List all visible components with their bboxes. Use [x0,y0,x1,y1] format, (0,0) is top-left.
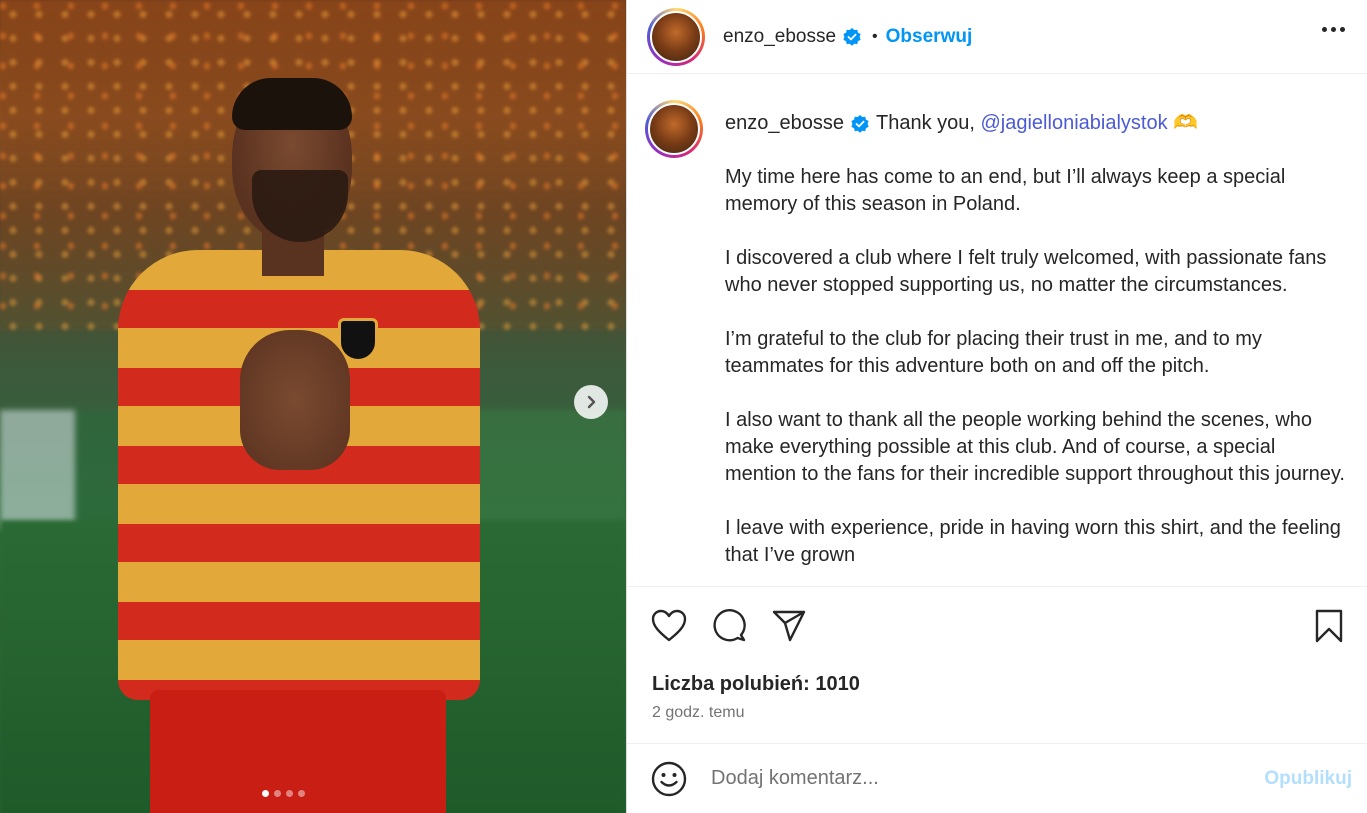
carousel-dot [286,790,293,797]
post-details-panel: enzo_ebosse • Obserwuj enzo_ebosse Thank… [626,0,1367,813]
separator-dot: • [872,27,878,45]
post-header: enzo_ebosse • Obserwuj [627,0,1367,74]
author-username[interactable]: enzo_ebosse [723,26,836,48]
caption-paragraph: I’m grateful to the club for placing the… [725,328,1262,377]
verified-badge-icon [850,114,870,134]
caption-paragraph: I discovered a club where I felt truly w… [725,247,1327,296]
verified-badge-icon [842,27,862,47]
caption-text: enzo_ebosse Thank you, @jagielloniabialy… [725,110,1345,569]
follow-button[interactable]: Obserwuj [886,26,973,48]
avatar-image [648,103,700,155]
likes-count[interactable]: Liczba polubień: 1010 [652,673,860,696]
caption-paragraph: I leave with experience, pride in having… [725,517,1341,566]
bookmark-icon[interactable] [1314,609,1344,648]
caption-lead: Thank you, [875,112,975,134]
caption-avatar[interactable] [645,100,703,158]
carousel-dot [274,790,281,797]
author-avatar[interactable] [647,7,705,66]
comment-bar: Opublikuj [627,743,1367,813]
publish-button[interactable]: Opublikuj [1264,768,1352,790]
carousel-indicator [262,790,305,797]
chevron-right-icon [587,395,596,409]
avatar-image [650,10,702,63]
comment-icon[interactable] [711,609,747,648]
share-icon[interactable] [771,609,807,648]
carousel-next-button[interactable] [574,385,608,419]
caption-paragraph: I also want to thank all the people work… [725,409,1345,485]
post-actions: Liczba polubień: 1010 2 godz. temu [627,586,1367,746]
carousel-dot [298,790,305,797]
emoji-icon[interactable] [651,761,687,797]
post-timestamp[interactable]: 2 godz. temu [652,704,745,722]
player-hair [232,78,352,130]
caption-area[interactable]: enzo_ebosse Thank you, @jagielloniabialy… [627,74,1367,586]
caption-username[interactable]: enzo_ebosse [725,110,844,137]
caption: enzo_ebosse Thank you, @jagielloniabialy… [645,100,1345,569]
player-figure [0,0,626,813]
heart-icon[interactable] [651,609,687,648]
carousel-dot [262,790,269,797]
player-hands [240,330,350,470]
caption-emoji: 🫶 [1173,112,1199,134]
caption-mention[interactable]: @jagielloniabialystok [981,110,1168,137]
comment-input[interactable] [711,767,1231,790]
post-media[interactable] [0,0,626,813]
player-shirt [118,250,480,700]
caption-paragraph: My time here has come to an end, but I’l… [725,166,1286,215]
more-options-icon[interactable] [1322,27,1345,32]
